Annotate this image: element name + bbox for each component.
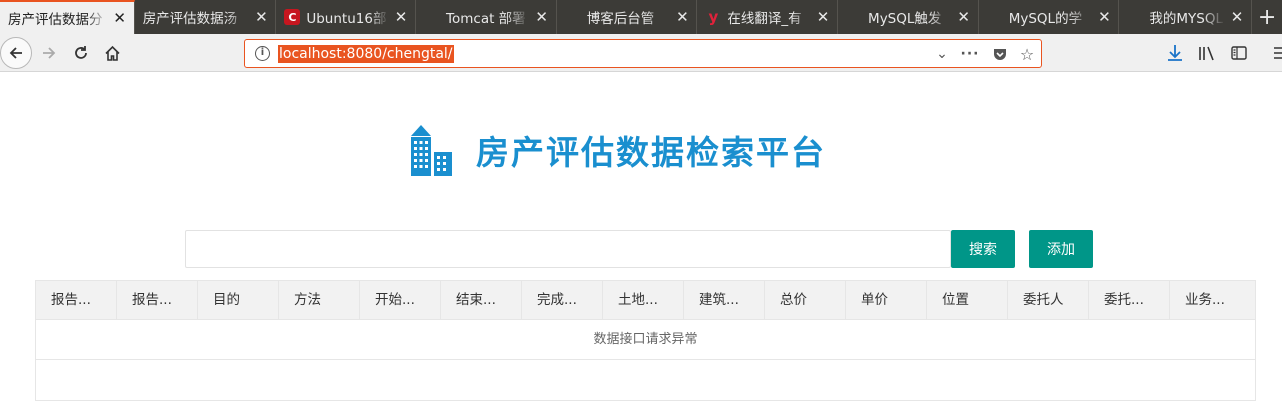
tab-4[interactable]: 博客后台管 ✕ bbox=[557, 0, 698, 34]
menu-lines-icon bbox=[1274, 47, 1282, 59]
column-header[interactable]: 报告... bbox=[36, 281, 117, 319]
column-header[interactable]: 委托... bbox=[1089, 281, 1170, 319]
tab-title: MySQL触发 bbox=[868, 11, 942, 27]
download-icon[interactable] bbox=[1164, 42, 1186, 64]
library-icon[interactable] bbox=[1196, 42, 1218, 64]
tab-title: 在线翻译_有 bbox=[727, 11, 802, 27]
column-header[interactable]: 总价 bbox=[765, 281, 846, 319]
add-button[interactable]: 添加 bbox=[1029, 230, 1093, 268]
tab-1[interactable]: 房产评估数据汤 ✕ bbox=[135, 0, 277, 34]
download-arrow-icon bbox=[1168, 45, 1182, 61]
reload-icon bbox=[75, 46, 87, 59]
column-header[interactable]: 单价 bbox=[846, 281, 927, 319]
close-icon[interactable]: ✕ bbox=[815, 8, 831, 26]
tab-title: Ubuntu16部 bbox=[306, 11, 387, 27]
tab-title: MySQL的学 bbox=[1008, 11, 1083, 27]
close-icon[interactable]: ✕ bbox=[112, 9, 128, 27]
library-shelf-icon bbox=[1199, 46, 1214, 61]
tab-title: 房产评估数据汤 bbox=[142, 11, 238, 27]
pocket-icon-svg bbox=[994, 49, 1006, 60]
tab-5[interactable]: y 在线翻译_有 ✕ bbox=[697, 0, 839, 34]
favicon-icon: C bbox=[284, 9, 301, 25]
column-header[interactable]: 完成... bbox=[522, 281, 603, 319]
column-header[interactable]: 目的 bbox=[198, 281, 279, 319]
address-bar[interactable]: i localhost:8080/chengtal/ ⌄ ··· ☆ bbox=[244, 39, 1042, 68]
back-button[interactable] bbox=[0, 37, 32, 69]
tab-3[interactable]: Tomcat 部署 ✕ bbox=[416, 0, 557, 34]
browser-tab-strip: 房产评估数据分 ✕ 房产评估数据汤 ✕ C Ubuntu16部 ✕ Tomcat… bbox=[0, 0, 1282, 34]
column-header[interactable]: 方法 bbox=[279, 281, 360, 319]
tab-0[interactable]: 房产评估数据分 ✕ bbox=[0, 0, 135, 34]
more-actions-icon[interactable]: ··· bbox=[961, 45, 979, 63]
url-text[interactable]: localhost:8080/chengtal/ bbox=[278, 45, 454, 63]
tab-7[interactable]: MySQL的学 ✕ bbox=[979, 0, 1120, 34]
close-icon[interactable]: ✕ bbox=[956, 8, 972, 26]
column-header[interactable]: 业务... bbox=[1170, 281, 1255, 319]
search-button[interactable]: 搜索 bbox=[951, 230, 1015, 268]
column-header[interactable]: 土地... bbox=[603, 281, 684, 319]
page-title: 房产评估数据检索平台 bbox=[476, 133, 826, 172]
column-header[interactable]: 建筑... bbox=[684, 281, 765, 319]
data-table: 报告... 报告... 目的 方法 开始... 结束... 完成... 土地..… bbox=[35, 280, 1256, 401]
navigation-toolbar: i localhost:8080/chengtal/ ⌄ ··· ☆ bbox=[0, 34, 1282, 72]
home-button[interactable] bbox=[97, 38, 127, 68]
tab-title: 房产评估数据分 bbox=[8, 12, 103, 28]
bookmark-star-icon[interactable]: ☆ bbox=[1018, 45, 1036, 64]
column-header[interactable]: 结束... bbox=[441, 281, 522, 319]
table-header: 报告... 报告... 目的 方法 开始... 结束... 完成... 土地..… bbox=[36, 281, 1255, 320]
column-header[interactable]: 委托人 bbox=[1008, 281, 1089, 319]
column-header[interactable]: 开始... bbox=[360, 281, 441, 319]
sidebar-toggle-icon[interactable] bbox=[1228, 42, 1250, 64]
web-page: 房产评估数据检索平台 搜索 添加 报告... 报告... 目的 方法 开始...… bbox=[0, 72, 1282, 401]
close-icon[interactable]: ✕ bbox=[1229, 8, 1245, 26]
building-logo-icon bbox=[411, 125, 452, 176]
forward-button[interactable] bbox=[34, 38, 64, 68]
table-row bbox=[36, 360, 1255, 400]
column-header[interactable]: 位置 bbox=[927, 281, 1008, 319]
close-icon[interactable]: ✕ bbox=[253, 8, 269, 26]
info-icon[interactable]: i bbox=[255, 46, 270, 61]
arrow-left-icon bbox=[9, 47, 22, 59]
site-logo: 房产评估数据检索平台 bbox=[408, 122, 826, 178]
tab-8[interactable]: 我的MYSQL ✕ bbox=[1119, 0, 1253, 34]
chevron-down-icon[interactable]: ⌄ bbox=[933, 45, 951, 63]
close-icon[interactable]: ✕ bbox=[1096, 8, 1112, 26]
tab-title: 我的MYSQL bbox=[1149, 11, 1224, 27]
hamburger-menu-icon[interactable] bbox=[1270, 42, 1282, 64]
tab-title: 博客后台管 bbox=[586, 11, 655, 27]
new-tab-button[interactable]: + bbox=[1252, 0, 1282, 34]
pocket-icon[interactable] bbox=[991, 45, 1009, 63]
column-header[interactable]: 报告... bbox=[117, 281, 198, 319]
home-icon bbox=[104, 45, 120, 61]
search-input[interactable] bbox=[185, 230, 951, 268]
close-icon[interactable]: ✕ bbox=[393, 8, 409, 26]
arrow-right-icon bbox=[43, 47, 56, 59]
close-icon[interactable]: ✕ bbox=[674, 8, 690, 26]
tab-title: Tomcat 部署 bbox=[446, 11, 526, 27]
reload-button[interactable] bbox=[66, 38, 96, 68]
sidebar-panel-icon bbox=[1231, 46, 1247, 60]
close-icon[interactable]: ✕ bbox=[534, 8, 550, 26]
empty-state-message: 数据接口请求异常 bbox=[36, 320, 1255, 360]
tab-6[interactable]: MySQL触发 ✕ bbox=[838, 0, 979, 34]
favicon-icon: y bbox=[708, 8, 719, 26]
tab-2[interactable]: C Ubuntu16部 ✕ bbox=[276, 0, 417, 34]
